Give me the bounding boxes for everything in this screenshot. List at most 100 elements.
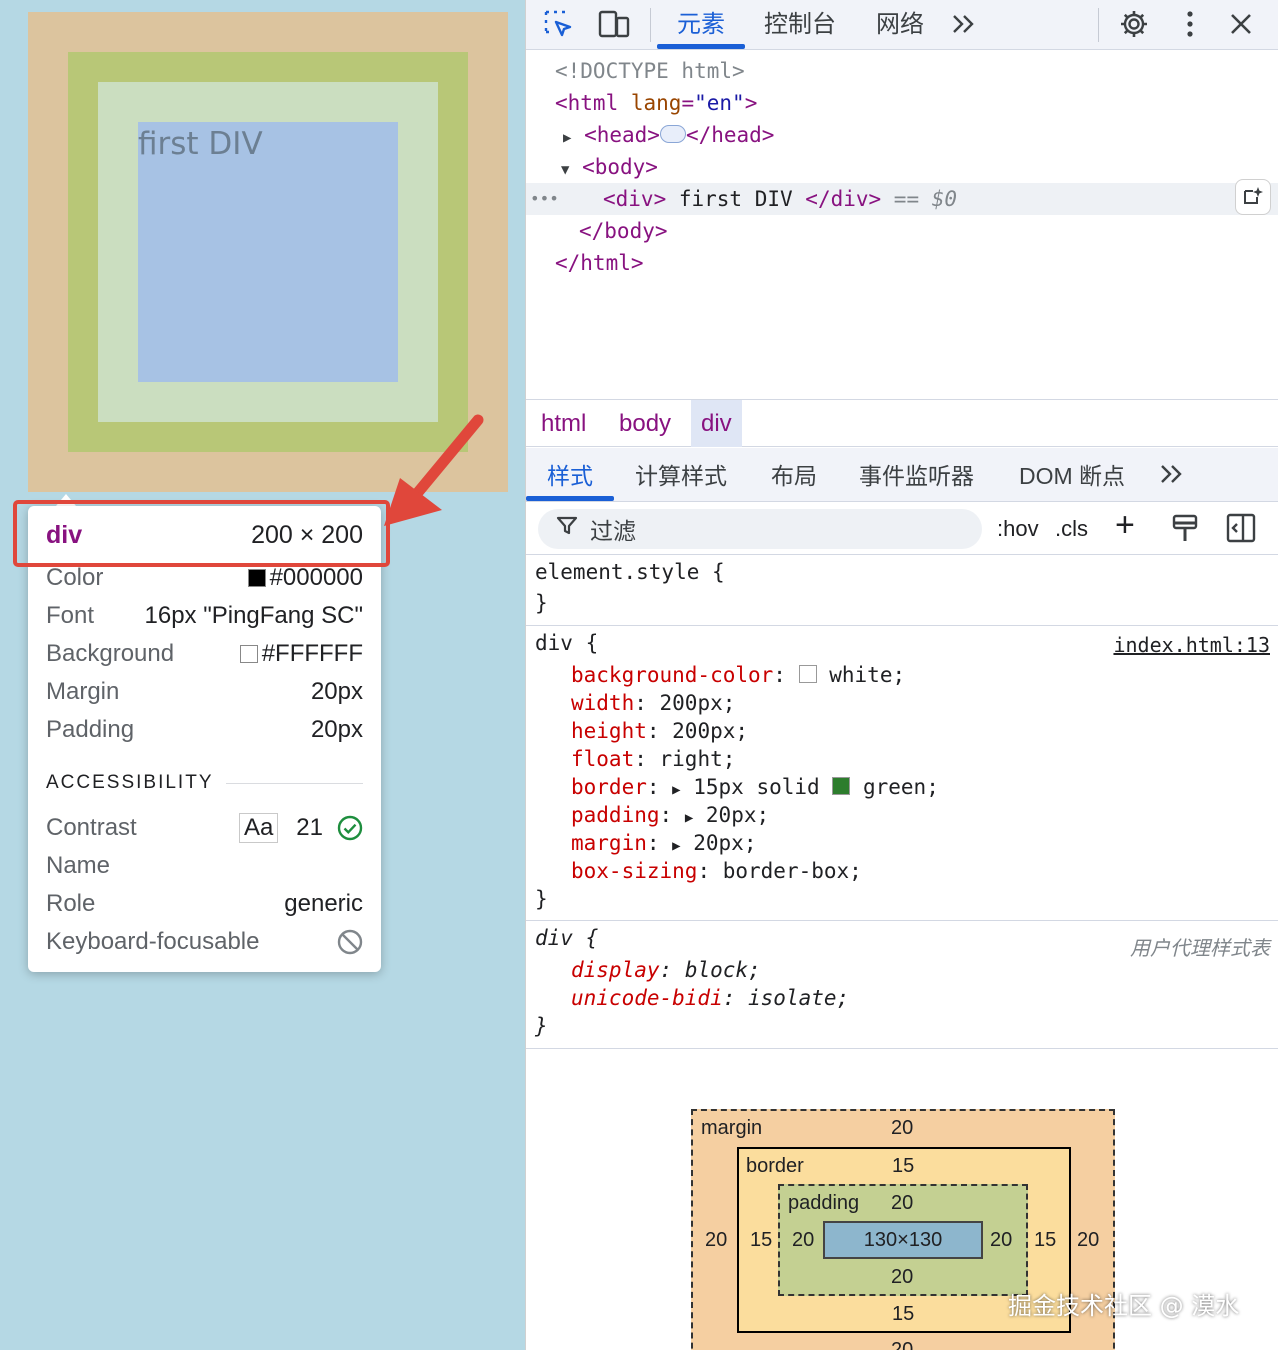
expand-triangle-icon[interactable]: ▶: [672, 832, 680, 860]
devtools-toolbar: 元素 控制台 网络: [526, 0, 1278, 50]
tab-dom-breakpoints[interactable]: DOM 断点: [1019, 448, 1125, 502]
cls-button[interactable]: .cls: [1055, 511, 1088, 547]
filter-icon: [556, 515, 578, 543]
collapsed-ellipsis-icon[interactable]: [659, 125, 686, 143]
tab-event-listeners[interactable]: 事件监听器: [859, 448, 974, 502]
prop-name: background-color: [571, 663, 774, 687]
tooltip-value: 20px: [310, 678, 363, 705]
dom-doctype[interactable]: <!DOCTYPE html>: [555, 55, 745, 87]
color-swatch[interactable]: [832, 777, 851, 795]
prop-name: border: [571, 775, 647, 799]
padding-bottom-value[interactable]: 20: [891, 1266, 913, 1289]
sidebar-tabs: 样式 计算样式 布局 事件监听器 DOM 断点: [526, 448, 1278, 502]
margin-right-value[interactable]: 20: [1077, 1229, 1099, 1252]
tab-styles[interactable]: 样式: [547, 448, 593, 502]
breadcrumb-div[interactable]: div: [691, 400, 742, 447]
tooltip-label: Name: [46, 852, 111, 879]
dom-node-body[interactable]: ▼ <body>: [561, 151, 658, 183]
more-tabs-icon[interactable]: [946, 6, 982, 42]
breadcrumb-html[interactable]: html: [531, 400, 596, 447]
tooltip-label: Font: [46, 602, 95, 629]
page-preview: first DIV div 200 × 200 Color #000000 Fo…: [0, 0, 525, 1350]
margin-bottom-value[interactable]: 20: [891, 1339, 913, 1350]
dom-node-head[interactable]: ▶ <head> </head>: [563, 119, 774, 151]
row-menu-icon[interactable]: •••: [530, 183, 559, 215]
tag-name: <body>: [582, 155, 658, 179]
device-toggle-icon[interactable]: [596, 6, 632, 42]
kebab-menu-icon[interactable]: [1172, 6, 1208, 42]
declaration[interactable]: box-sizing: border-box;: [571, 857, 862, 885]
contrast-sample: Aa: [238, 813, 279, 843]
dom-node-html[interactable]: <html lang="en">: [555, 87, 757, 119]
divider: [1098, 8, 1099, 42]
expand-triangle-icon[interactable]: ▶: [563, 122, 571, 154]
paint-brush-icon[interactable]: [1171, 513, 1199, 550]
element-style-selector[interactable]: element.style {: [535, 558, 725, 586]
collapse-triangle-icon[interactable]: ▼: [561, 154, 569, 186]
text-node: first DIV: [666, 187, 806, 211]
contrast-value: 21: [296, 814, 323, 841]
gear-icon[interactable]: [1116, 6, 1152, 42]
tag-name: <html: [555, 91, 619, 115]
declaration[interactable]: border: ▶ 15px solid green;: [571, 773, 939, 801]
padding-top-value[interactable]: 20: [891, 1192, 913, 1215]
tab-network[interactable]: 网络: [876, 8, 924, 42]
rule-selector[interactable]: div {: [535, 924, 598, 952]
declaration[interactable]: width: 200px;: [571, 689, 735, 717]
declaration[interactable]: height: 200px;: [571, 717, 748, 745]
hov-button[interactable]: :hov: [997, 511, 1039, 547]
prop-value: 200px;: [659, 691, 736, 715]
declaration[interactable]: padding: ▶ 20px;: [571, 801, 769, 829]
prop-name: margin: [571, 831, 647, 855]
prop-name: box-sizing: [571, 859, 698, 883]
divider: [526, 920, 1278, 921]
dollar-zero: $0: [931, 187, 958, 211]
prop-value: 20px;: [705, 803, 770, 827]
divider: [226, 783, 363, 784]
divider: [650, 8, 651, 42]
add-rule-button[interactable]: +: [1115, 507, 1135, 543]
expand-triangle-icon[interactable]: ▶: [685, 804, 693, 832]
declaration[interactable]: background-color: white;: [571, 661, 905, 689]
tab-elements[interactable]: 元素: [677, 8, 725, 42]
more-tabs-icon[interactable]: [1158, 462, 1186, 492]
declaration: display: block;: [571, 958, 761, 982]
prop-value: right;: [659, 747, 736, 771]
inspect-icon[interactable]: [540, 6, 576, 42]
tab-layout[interactable]: 布局: [771, 448, 817, 502]
expand-triangle-icon[interactable]: ▶: [672, 776, 680, 804]
dom-node-body-close[interactable]: </body>: [579, 215, 668, 247]
border-right-value[interactable]: 15: [1034, 1229, 1056, 1252]
margin-left-value[interactable]: 20: [705, 1229, 727, 1252]
box-model-content[interactable]: 130×130: [823, 1221, 983, 1259]
toggle-sidebar-icon[interactable]: [1226, 513, 1256, 548]
dom-node-div[interactable]: <div> first DIV </div> == $0: [603, 183, 957, 215]
tooltip-row-keyboard: Keyboard-focusable: [46, 925, 363, 959]
declaration[interactable]: float: right;: [571, 745, 735, 773]
border-bottom-value[interactable]: 15: [892, 1303, 914, 1326]
border-left-value[interactable]: 15: [750, 1229, 772, 1252]
ai-assist-icon[interactable]: [1235, 179, 1271, 215]
breadcrumb-body[interactable]: body: [609, 400, 681, 447]
margin-top-value[interactable]: 20: [891, 1117, 913, 1140]
not-allowed-icon: [337, 929, 363, 955]
tab-computed[interactable]: 计算样式: [635, 448, 727, 502]
prop-name: display: [571, 958, 660, 982]
declaration[interactable]: margin: ▶ 20px;: [571, 829, 756, 857]
tooltip-value: 20px: [310, 716, 363, 743]
close-icon[interactable]: [1223, 6, 1259, 42]
source-link[interactable]: index.html:13: [1113, 633, 1270, 657]
padding-left-value[interactable]: 20: [792, 1229, 814, 1252]
prop-value: green;: [862, 775, 939, 799]
padding-right-value[interactable]: 20: [990, 1229, 1012, 1252]
div-text: first DIV: [138, 126, 263, 162]
tooltip-value: #000000: [269, 564, 363, 591]
tab-console[interactable]: 控制台: [764, 8, 836, 42]
filter-input[interactable]: 过滤: [538, 509, 982, 549]
tooltip-row-background: Background #FFFFFF: [46, 637, 363, 671]
active-tab-indicator: [526, 496, 614, 501]
color-swatch[interactable]: [798, 665, 817, 683]
border-top-value[interactable]: 15: [892, 1155, 914, 1178]
rule-selector[interactable]: div {: [535, 629, 598, 657]
dom-node-html-close[interactable]: </html>: [555, 247, 644, 279]
